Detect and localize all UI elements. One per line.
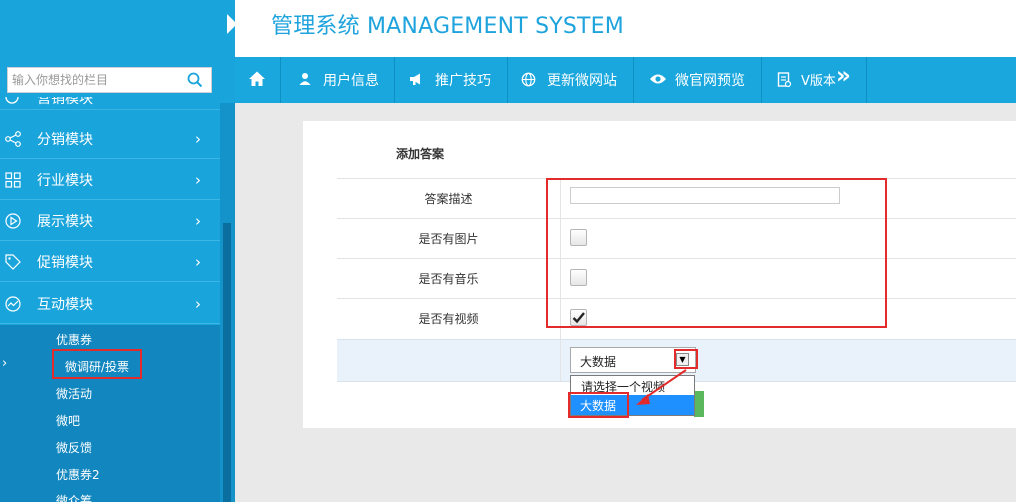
sidebar-item-industry[interactable]: 行业模块 › <box>0 160 220 200</box>
chevron-double-right-icon[interactable]: » <box>836 63 851 89</box>
document-icon <box>777 72 792 92</box>
share-icon <box>4 130 22 148</box>
header: 管理系统 MANAGEMENT SYSTEM <box>235 0 1016 57</box>
sidebar-item-label: 促销模块 <box>37 255 93 271</box>
form-heading: 添加答案 <box>396 147 445 161</box>
tab-version[interactable]: V版本 » <box>762 57 867 103</box>
field-label: 是否有音乐 <box>418 272 479 286</box>
tab-label: 推广技巧 <box>435 73 491 89</box>
select-value: 大数据 <box>580 355 617 369</box>
grid-icon <box>4 171 22 189</box>
search-input[interactable] <box>12 68 182 92</box>
chevron-right-icon: › <box>2 356 8 371</box>
option-highlight <box>568 392 629 418</box>
sidebar-item-label: 行业模块 <box>37 173 93 189</box>
tab-user-info[interactable]: 用户信息 <box>281 57 395 103</box>
sidebar-item-distribution[interactable]: 分销模块 › <box>0 119 220 159</box>
tab-promotion-tips[interactable]: 推广技巧 <box>395 57 508 103</box>
chevron-right-icon: › <box>195 171 201 189</box>
sidebar-header <box>0 0 235 57</box>
chevron-right-icon: › <box>195 130 201 148</box>
tab-label: 更新微网站 <box>547 73 617 89</box>
scrollbar-thumb[interactable] <box>223 223 231 502</box>
chevron-right-icon: › <box>195 295 201 313</box>
submenu-highlight <box>52 349 142 379</box>
sidebar-item-interaction[interactable]: 互动模块 › <box>0 284 220 324</box>
sidebar: 营销模块 分销模块 › 行业模块 › 展示模块 › 促销模块 › 互动模块 › <box>0 0 235 502</box>
globe-icon <box>521 72 536 91</box>
sidebar-item-label: 展示模块 <box>37 214 93 230</box>
eye-icon <box>649 73 667 89</box>
sidebar-item-promotion[interactable]: 促销模块 › <box>0 242 220 282</box>
tab-label: V版本 <box>801 74 836 89</box>
tab-update-site[interactable]: 更新微网站 <box>508 57 634 103</box>
tag-icon <box>4 253 22 271</box>
submenu-item-feedback[interactable]: 微反馈 <box>56 439 92 456</box>
field-label: 答案描述 <box>424 192 473 206</box>
tab-home[interactable] <box>235 57 281 103</box>
fields-highlight <box>546 178 887 328</box>
field-label: 是否有视频 <box>418 312 479 326</box>
chevron-right-icon: › <box>195 253 201 271</box>
field-label: 是否有图片 <box>418 232 479 246</box>
home-icon <box>248 70 266 92</box>
submenu-item-activity[interactable]: 微活动 <box>56 385 92 402</box>
sidebar-item-label: 互动模块 <box>37 297 93 313</box>
sidebar-item-display[interactable]: 展示模块 › <box>0 201 220 241</box>
submenu-item-crowdfunding[interactable]: 微众筹 <box>56 492 92 502</box>
search-box <box>7 67 212 93</box>
sidebar-item-partial-label: 营销模块 <box>37 97 93 107</box>
sidebar-scrollbar[interactable] <box>220 103 235 502</box>
submenu-item-forum[interactable]: 微吧 <box>56 412 80 429</box>
chevron-right-icon: › <box>195 212 201 230</box>
divider <box>560 340 561 381</box>
user-icon <box>298 72 312 90</box>
submenu-item-coupon2[interactable]: 优惠券2 <box>56 466 100 483</box>
submenu-item-coupon[interactable]: 优惠券 <box>56 331 92 348</box>
tab-label: 用户信息 <box>323 73 379 89</box>
top-nav: 用户信息 推广技巧 更新微网站 微官网预览 V版本 » <box>235 57 1016 103</box>
megaphone-icon <box>409 72 424 90</box>
sidebar-item-label: 分销模块 <box>37 132 93 148</box>
tab-label: 微官网预览 <box>675 73 745 89</box>
page-title: 管理系统 MANAGEMENT SYSTEM <box>271 14 624 39</box>
search-icon[interactable] <box>187 72 203 92</box>
sidebar-item-partial[interactable]: 营销模块 <box>0 97 220 110</box>
play-icon <box>4 212 22 230</box>
settings-icon <box>4 97 20 109</box>
annotation-arrow-icon <box>636 369 687 405</box>
chart-line-icon <box>4 295 22 313</box>
tab-site-preview[interactable]: 微官网预览 <box>634 57 762 103</box>
